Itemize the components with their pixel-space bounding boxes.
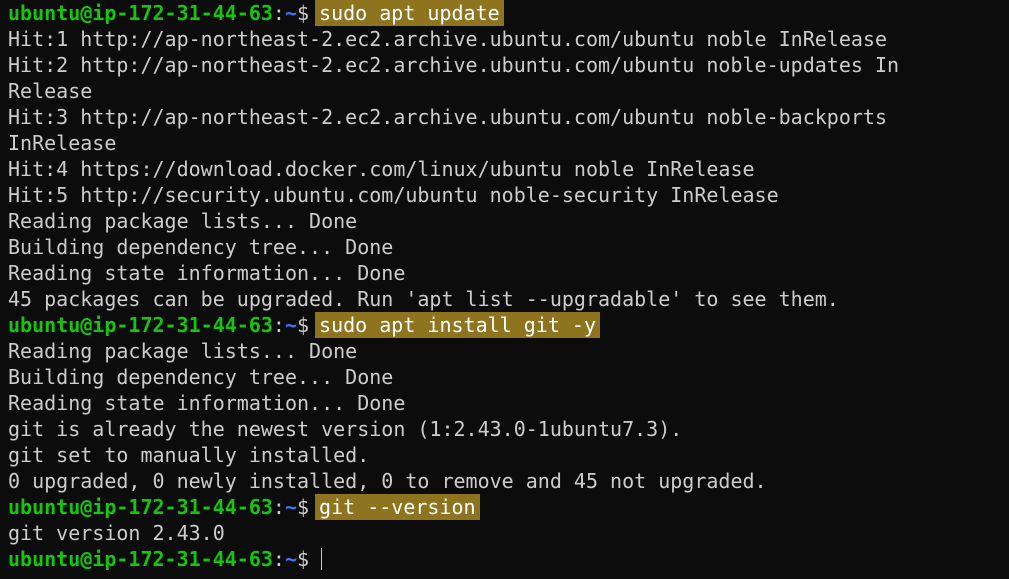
prompt-user-host: ubuntu@ip-172-31-44-63 bbox=[8, 547, 273, 571]
prompt-path: ~ bbox=[284, 495, 297, 519]
output-line: Hit:2 http://ap-northeast-2.ec2.archive.… bbox=[8, 53, 900, 77]
output-line: 45 packages can be upgraded. Run 'apt li… bbox=[8, 287, 839, 311]
output-line: Hit:1 http://ap-northeast-2.ec2.archive.… bbox=[8, 27, 887, 51]
prompt-colon: : bbox=[272, 313, 285, 337]
output-line: git version 2.43.0 bbox=[8, 521, 225, 545]
prompt-colon: : bbox=[272, 495, 285, 519]
output-line: Reading package lists... Done bbox=[8, 339, 358, 363]
text-cursor[interactable] bbox=[321, 548, 323, 570]
output-line: Reading state information... Done bbox=[8, 391, 406, 415]
output-line: Release bbox=[8, 79, 93, 103]
prompt-user-host: ubuntu@ip-172-31-44-63 bbox=[8, 1, 273, 25]
output-line: git set to manually installed. bbox=[8, 443, 370, 467]
command-text: sudo apt install git -y bbox=[315, 312, 600, 338]
output-line: Building dependency tree... Done bbox=[8, 365, 394, 389]
command-text: git --version bbox=[315, 494, 480, 520]
command-text: sudo apt update bbox=[315, 0, 504, 26]
prompt-path: ~ bbox=[284, 547, 297, 571]
prompt-dollar: $ bbox=[297, 547, 310, 571]
prompt-line: ubuntu@ip-172-31-44-63: ~ $ git --version bbox=[8, 494, 1001, 520]
output-line: InRelease bbox=[8, 131, 117, 155]
output-line: Hit:3 http://ap-northeast-2.ec2.archive.… bbox=[8, 105, 887, 129]
terminal-window[interactable]: ubuntu@ip-172-31-44-63: ~ $ sudo apt update… bbox=[0, 0, 1009, 579]
output-line: git is already the newest version (1:2.4… bbox=[8, 417, 683, 441]
prompt-line: ubuntu@ip-172-31-44-63: ~ $ sudo apt update bbox=[8, 0, 1001, 26]
prompt-line: ubuntu@ip-172-31-44-63: ~ $ sudo apt instal… bbox=[8, 312, 1001, 338]
prompt-path: ~ bbox=[284, 1, 297, 25]
output-line: 0 upgraded, 0 newly installed, 0 to remo… bbox=[8, 469, 767, 493]
output-line: Reading package lists... Done bbox=[8, 209, 358, 233]
output-line: Reading state information... Done bbox=[8, 261, 406, 285]
active-prompt-line[interactable]: ubuntu@ip-172-31-44-63: ~ $ bbox=[8, 546, 1001, 572]
output-line: Building dependency tree... Done bbox=[8, 235, 394, 259]
prompt-path: ~ bbox=[284, 313, 297, 337]
prompt-colon: : bbox=[272, 1, 285, 25]
prompt-dollar: $ bbox=[297, 495, 310, 519]
output-line: Hit:5 http://security.ubuntu.com/ubuntu … bbox=[8, 183, 779, 207]
prompt-dollar: $ bbox=[297, 1, 310, 25]
output-line: Hit:4 https://download.docker.com/linux/… bbox=[8, 157, 755, 181]
prompt-colon: : bbox=[272, 547, 285, 571]
prompt-dollar: $ bbox=[297, 313, 310, 337]
prompt-user-host: ubuntu@ip-172-31-44-63 bbox=[8, 313, 273, 337]
prompt-user-host: ubuntu@ip-172-31-44-63 bbox=[8, 495, 273, 519]
